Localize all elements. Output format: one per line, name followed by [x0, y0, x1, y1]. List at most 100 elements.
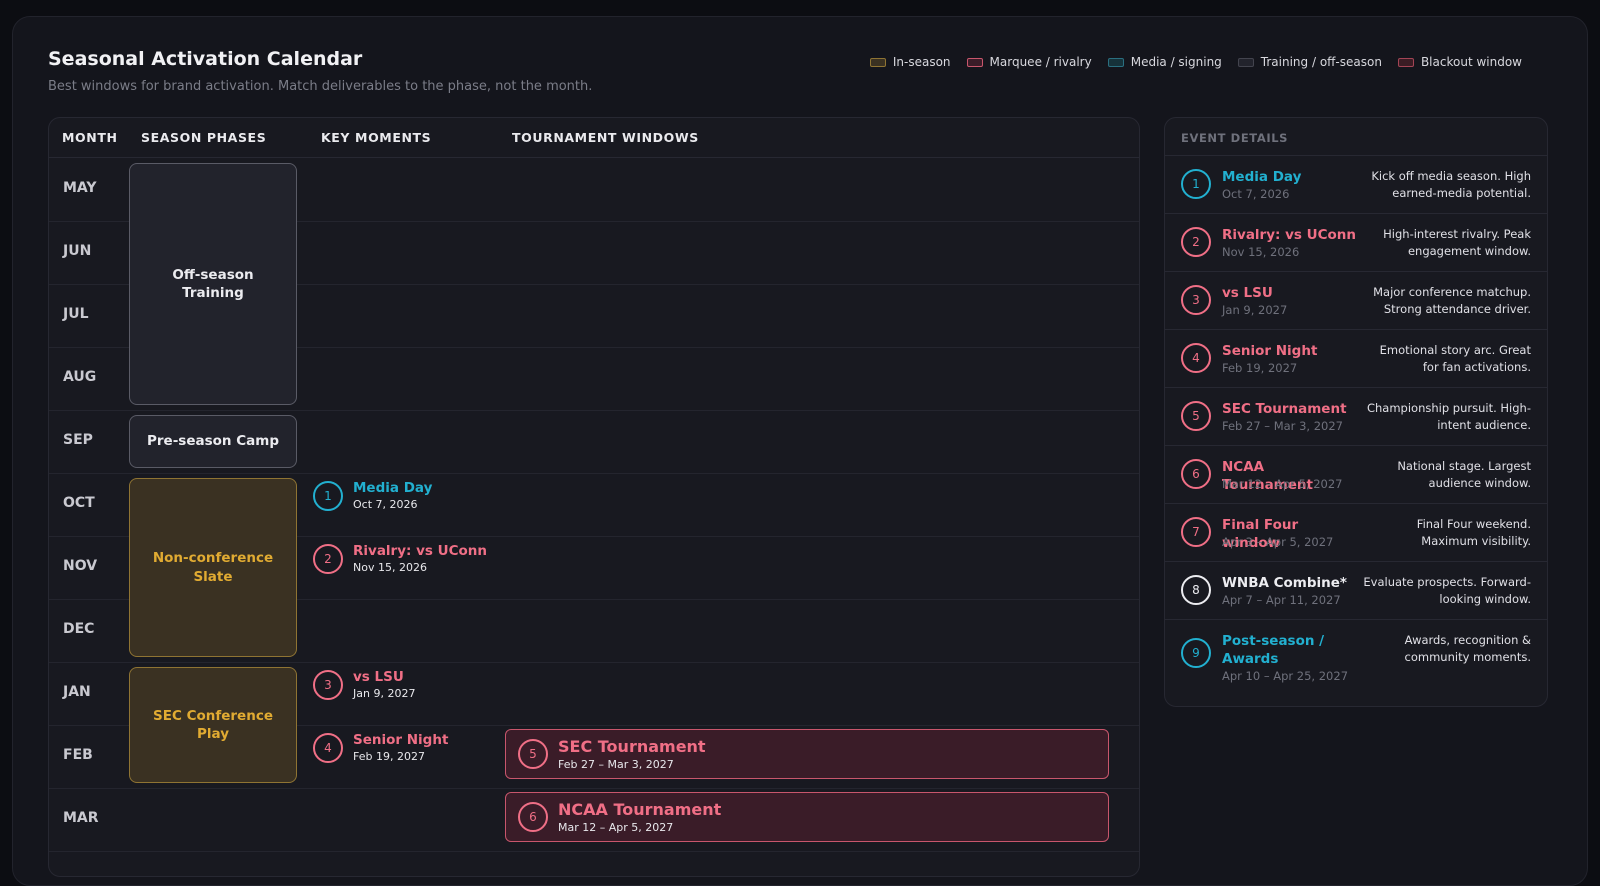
month-label: MAR — [63, 810, 99, 826]
moment-rivalry-uconn[interactable]: 2 Rivalry: vs UConn Nov 15, 2026 — [313, 543, 487, 574]
event-name: vs LSU — [1222, 285, 1273, 301]
event-number-badge: 5 — [1181, 401, 1211, 431]
event-number-badge: 6 — [518, 802, 548, 832]
event-detail-row[interactable]: 2 Rivalry: vs UConn Nov 15, 2026 High-in… — [1165, 213, 1547, 272]
event-number-badge: 1 — [1181, 169, 1211, 199]
month-label: FEB — [63, 747, 93, 763]
page-title: Seasonal Activation Calendar — [48, 48, 363, 70]
moment-text: Media Day Oct 7, 2026 — [353, 480, 432, 511]
legend-swatch — [966, 57, 983, 67]
month-label: SEP — [63, 432, 93, 448]
event-date: Apr 7 – Apr 11, 2027 — [1222, 593, 1341, 607]
phase-offseason-training[interactable]: Off-season Training — [129, 163, 297, 405]
event-number-badge: 7 — [1181, 517, 1211, 547]
event-name: WNBA Combine* — [1222, 575, 1347, 591]
month-label: JUN — [63, 243, 92, 259]
phase-preseason-camp[interactable]: Pre-season Camp — [129, 415, 297, 468]
event-date: Apr 3 – Apr 5, 2027 — [1222, 535, 1334, 549]
moment-text: vs LSU Jan 9, 2027 — [353, 669, 415, 700]
moment-text: Rivalry: vs UConn Nov 15, 2026 — [353, 543, 487, 574]
event-description: Kick off media season. High earned-media… — [1371, 169, 1531, 201]
event-detail-row[interactable]: 6 NCAA Tournament Mar 12 – Apr 5, 2027 N… — [1165, 445, 1547, 504]
event-description: Final Four weekend. Maximum visibility. — [1416, 517, 1531, 549]
column-header-month: MONTH — [62, 130, 118, 145]
moment-date: Feb 19, 2027 — [353, 750, 425, 764]
tournament-ncaa[interactable]: 6 NCAA Tournament Mar 12 – Apr 5, 2027 — [505, 792, 1109, 842]
moment-name: Media Day — [353, 480, 433, 496]
event-detail-row[interactable]: 1 Media Day Oct 7, 2026 Kick off media s… — [1165, 155, 1547, 214]
moment-text: Senior Night Feb 19, 2027 — [353, 732, 448, 763]
event-description: Major conference matchup. Strong attenda… — [1373, 285, 1531, 317]
legend-label: In-season — [892, 55, 951, 69]
event-date: Feb 19, 2027 — [1222, 361, 1298, 375]
event-details-panel: EVENT DETAILS 1 Media Day Oct 7, 2026 Ki… — [1164, 117, 1548, 707]
legend-label: Blackout window — [1420, 55, 1522, 69]
event-detail-row[interactable]: 3 vs LSU Jan 9, 2027 Major conference ma… — [1165, 271, 1547, 330]
event-name: SEC Tournament — [1222, 401, 1347, 417]
event-number-badge: 3 — [1181, 285, 1211, 315]
moment-name: vs LSU — [353, 669, 404, 685]
legend-label: Media / signing — [1130, 55, 1222, 69]
event-detail-row[interactable]: 5 SEC Tournament Feb 27 – Mar 3, 2027 Ch… — [1165, 387, 1547, 446]
event-description: Emotional story arc. Great for fan activ… — [1379, 343, 1531, 375]
moment-date: Nov 15, 2026 — [353, 561, 427, 575]
legend-item-marquee: Marquee / rivalry — [966, 55, 1092, 69]
event-number-badge: 3 — [313, 669, 343, 700]
moment-name: Rivalry: vs UConn — [353, 543, 488, 559]
legend: In-season Marquee / rivalry Media / sign… — [869, 55, 1522, 69]
tournament-name: NCAA Tournament — [558, 799, 722, 819]
event-number-badge: 9 — [1181, 638, 1211, 668]
event-detail-row[interactable]: 8 WNBA Combine* Apr 7 – Apr 11, 2027 Eva… — [1165, 561, 1547, 620]
phase-sec-conference-play[interactable]: SEC Conference Play — [129, 667, 297, 783]
event-number-badge: 2 — [1181, 227, 1211, 257]
tournament-text: NCAA Tournament Mar 12 – Apr 5, 2027 — [558, 800, 721, 834]
legend-label: Marquee / rivalry — [989, 55, 1092, 69]
event-date: Oct 7, 2026 — [1222, 187, 1290, 201]
legend-swatch — [1237, 57, 1254, 67]
event-details-heading: EVENT DETAILS — [1181, 131, 1289, 145]
legend-swatch — [869, 57, 886, 67]
event-name: Rivalry: vs UConn — [1222, 227, 1357, 243]
event-name: Senior Night — [1222, 343, 1318, 359]
moment-media-day[interactable]: 1 Media Day Oct 7, 2026 — [313, 480, 432, 511]
event-name: Post-season / Awards — [1222, 633, 1325, 668]
column-header-tournaments: TOURNAMENT WINDOWS — [512, 130, 699, 145]
moment-date: Oct 7, 2026 — [353, 498, 418, 512]
month-label: AUG — [63, 369, 97, 385]
tournament-name: SEC Tournament — [558, 736, 706, 756]
moment-name: Senior Night — [353, 732, 449, 748]
tournament-sec[interactable]: 5 SEC Tournament Feb 27 – Mar 3, 2027 — [505, 729, 1109, 779]
month-label: JAN — [63, 684, 91, 700]
legend-label: Training / off-season — [1260, 55, 1382, 69]
legend-swatch — [1107, 57, 1124, 67]
calendar-grid: MONTH SEASON PHASES KEY MOMENTS TOURNAME… — [48, 117, 1140, 877]
event-description: Awards, recognition & community moments. — [1404, 633, 1531, 665]
month-label: OCT — [63, 495, 95, 511]
moment-senior-night[interactable]: 4 Senior Night Feb 19, 2027 — [313, 732, 448, 763]
event-detail-row[interactable]: 7 Final Four window Apr 3 – Apr 5, 2027 … — [1165, 503, 1547, 562]
moment-date: Jan 9, 2027 — [353, 687, 416, 701]
month-label: JUL — [63, 306, 89, 322]
tournament-date: Feb 27 – Mar 3, 2027 — [558, 758, 674, 772]
phase-nonconference-slate[interactable]: Non-conference Slate — [129, 478, 297, 657]
event-number-badge: 8 — [1181, 575, 1211, 605]
legend-item-training: Training / off-season — [1237, 55, 1382, 69]
column-header-moments: KEY MOMENTS — [321, 130, 432, 145]
grid-header: MONTH SEASON PHASES KEY MOMENTS TOURNAME… — [49, 118, 1139, 158]
tournament-text: SEC Tournament Feb 27 – Mar 3, 2027 — [558, 737, 706, 771]
event-detail-row[interactable]: 4 Senior Night Feb 19, 2027 Emotional st… — [1165, 329, 1547, 388]
event-description: Evaluate prospects. Forward-looking wind… — [1363, 575, 1531, 607]
event-detail-row[interactable]: 9 Post-season / Awards Apr 10 – Apr 25, … — [1165, 619, 1547, 699]
event-date: Jan 9, 2027 — [1222, 303, 1288, 317]
event-date: Feb 27 – Mar 3, 2027 — [1222, 419, 1343, 433]
event-number-badge: 6 — [1181, 459, 1211, 489]
moment-vs-lsu[interactable]: 3 vs LSU Jan 9, 2027 — [313, 669, 415, 700]
event-description: High-interest rivalry. Peak engagement w… — [1383, 227, 1531, 259]
legend-swatch — [1397, 57, 1414, 67]
event-number-badge: 1 — [313, 480, 343, 511]
event-number-badge: 4 — [1181, 343, 1211, 373]
event-date: Nov 15, 2026 — [1222, 245, 1300, 259]
event-date: Mar 12 – Apr 5, 2027 — [1222, 477, 1343, 491]
month-label: MAY — [63, 180, 97, 196]
column-header-phases: SEASON PHASES — [141, 130, 267, 145]
